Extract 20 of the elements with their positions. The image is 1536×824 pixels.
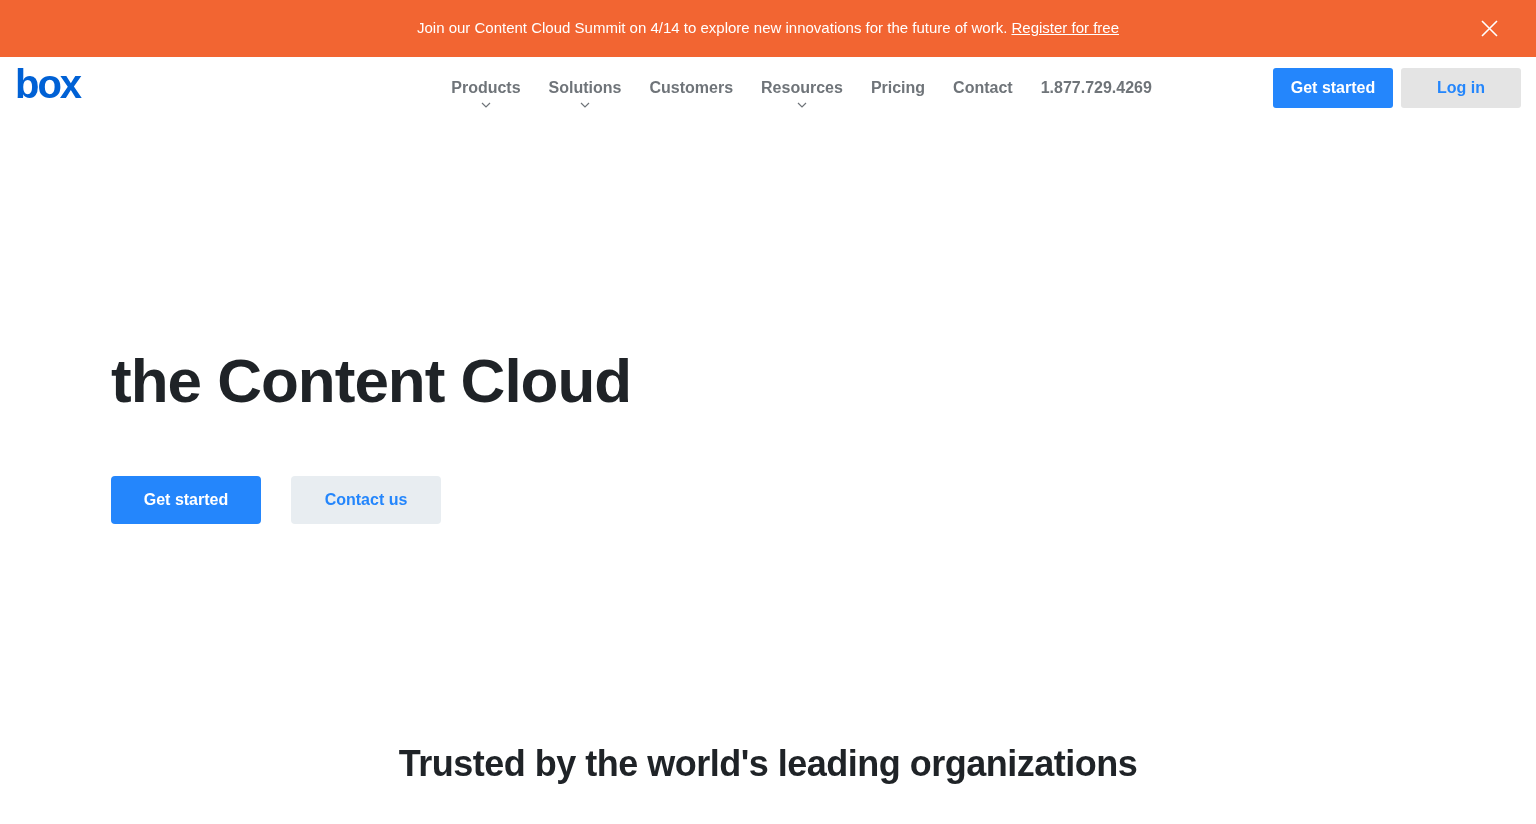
- get-started-button[interactable]: Get started: [1273, 68, 1393, 108]
- nav-link[interactable]: Contact: [939, 76, 1027, 100]
- nav-link[interactable]: Customers: [635, 76, 748, 100]
- nav-link[interactable]: Resources: [747, 76, 857, 108]
- logo[interactable]: box: [15, 64, 81, 104]
- contact-button[interactable]: Contact us: [291, 476, 441, 525]
- nav-link[interactable]: Pricing: [856, 76, 940, 100]
- banner-text: Join our Content Cloud Summit on 4/14 to explore new innovations for the future of work. Register for free: [416, 18, 1119, 39]
- close-icon[interactable]: [1481, 20, 1498, 37]
- nav-link[interactable]: Solutions: [534, 76, 636, 108]
- get-started-button[interactable]: Get started: [111, 476, 261, 525]
- chevron-down-icon: [796, 102, 807, 108]
- chevron-down-icon: [480, 102, 491, 108]
- login-button[interactable]: Log in: [1401, 68, 1521, 108]
- chevron-down-icon: [580, 102, 590, 108]
- section-heading: Trusted by the world's leading organizations: [397, 742, 1139, 786]
- nav-link[interactable]: 1.877.729.4269: [1026, 76, 1166, 100]
- hero-heading: the Content Cloud: [111, 345, 633, 417]
- nav-link[interactable]: Products: [437, 76, 535, 108]
- register-link[interactable]: Register for free: [1011, 19, 1119, 37]
